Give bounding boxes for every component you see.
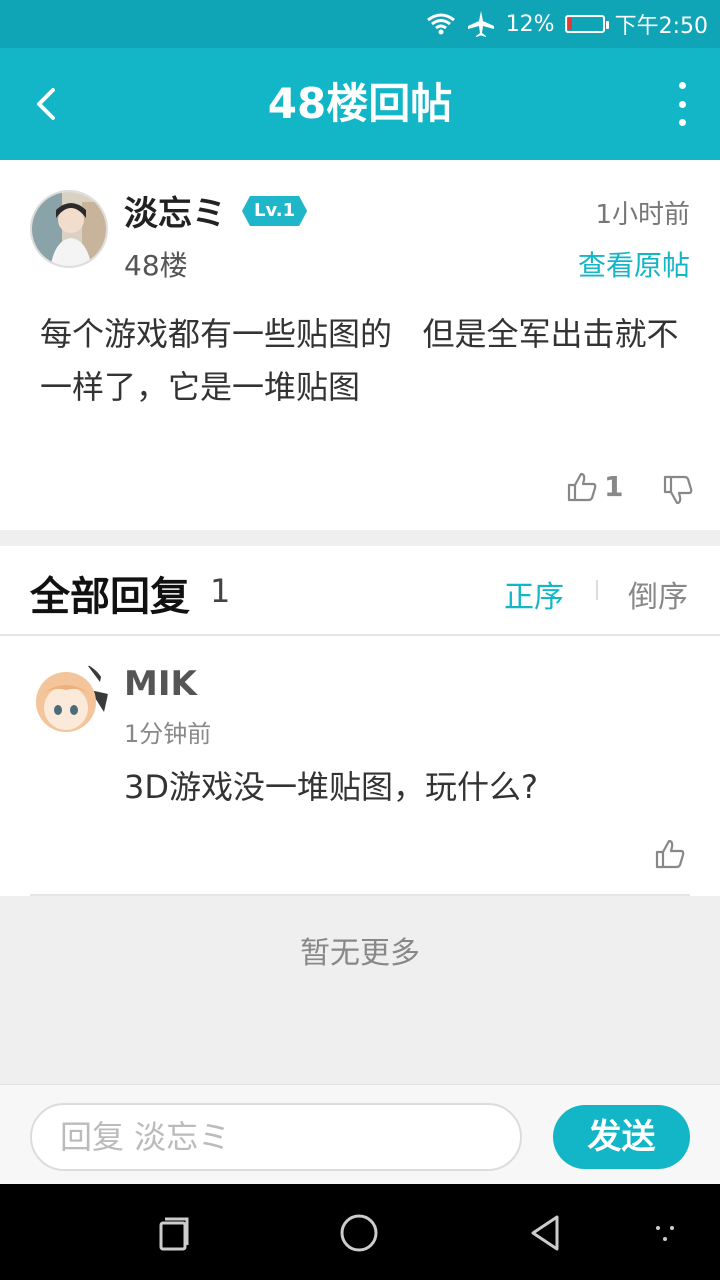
back-button[interactable] bbox=[18, 76, 74, 132]
recent-apps-button[interactable] bbox=[148, 1208, 198, 1258]
reply-input[interactable] bbox=[30, 1103, 522, 1171]
author-name[interactable]: 淡忘ミ bbox=[124, 186, 226, 235]
clock: 下午2:50 bbox=[614, 14, 708, 39]
more-options-button[interactable] bbox=[672, 82, 692, 126]
thumbs-up-icon bbox=[655, 839, 685, 869]
reply-avatar[interactable] bbox=[30, 660, 108, 738]
system-nav-bar bbox=[0, 1184, 720, 1280]
floor-number: 48楼 bbox=[124, 249, 188, 282]
back-nav-button[interactable] bbox=[520, 1208, 570, 1258]
thumbs-up-icon bbox=[567, 472, 597, 501]
nav-menu-button[interactable] bbox=[640, 1208, 690, 1258]
replies-count: 1 bbox=[210, 572, 231, 610]
view-original-link[interactable]: 查看原帖 bbox=[578, 244, 690, 284]
more-dot-icon bbox=[678, 100, 686, 108]
reply-input-bar: 发送 bbox=[0, 1084, 720, 1185]
reply-text: 3D游戏没一堆贴图，玩什么? bbox=[124, 768, 538, 806]
home-circle-icon bbox=[340, 1214, 378, 1252]
post-time: 1小时前 bbox=[595, 200, 690, 230]
author-avatar[interactable] bbox=[30, 190, 108, 268]
home-button[interactable] bbox=[334, 1208, 384, 1258]
floor-post: 淡忘ミ Lv.1 48楼 1小时前 查看原帖 每个游戏都有一些贴图的 但是全军出… bbox=[0, 160, 720, 530]
reply-like-button[interactable] bbox=[654, 838, 686, 874]
thumbs-down-icon bbox=[663, 475, 693, 505]
battery-icon bbox=[564, 15, 609, 33]
reply-item: MIK 1分钟前 3D游戏没一堆贴图，玩什么? bbox=[0, 636, 720, 896]
status-icons: 12% 下午2:50 bbox=[426, 0, 708, 48]
reply-time: 1分钟前 bbox=[124, 720, 212, 748]
divider bbox=[30, 894, 690, 896]
sort-descending-tab[interactable]: 倒序 bbox=[628, 572, 688, 616]
no-more-text: 暂无更多 bbox=[300, 936, 420, 971]
status-bar: 12% 下午2:50 bbox=[0, 0, 720, 48]
wifi-icon bbox=[426, 13, 455, 35]
dislike-button[interactable] bbox=[662, 474, 694, 510]
reply-avatar-image bbox=[30, 660, 108, 738]
dots-icon bbox=[656, 1226, 674, 1241]
chevron-left-icon bbox=[37, 88, 55, 120]
sort-ascending-tab[interactable]: 正序 bbox=[504, 572, 564, 616]
battery-percent: 12% bbox=[505, 11, 555, 37]
more-dot-icon bbox=[678, 119, 686, 126]
send-button[interactable]: 发送 bbox=[553, 1105, 690, 1169]
page-title: 48楼回帖 bbox=[267, 79, 453, 128]
replies-header: 全部回复 1 正序 倒序 bbox=[0, 546, 720, 636]
like-button[interactable]: 1 bbox=[566, 470, 623, 503]
battery-fill bbox=[567, 18, 572, 30]
sort-divider bbox=[596, 580, 598, 600]
app-bar: 48楼回帖 bbox=[0, 48, 720, 160]
more-dot-icon bbox=[678, 82, 686, 89]
replies-title: 全部回复 bbox=[30, 574, 190, 620]
level-badge: Lv.1 bbox=[242, 196, 307, 226]
author-avatar-image bbox=[32, 192, 106, 266]
post-content: 每个游戏都有一些贴图的 但是全军出击就不一样了，它是一堆贴图 bbox=[40, 315, 679, 406]
airplane-mode-icon bbox=[467, 11, 494, 37]
back-triangle-icon bbox=[531, 1215, 559, 1251]
recent-apps-icon bbox=[159, 1217, 189, 1251]
like-count: 1 bbox=[604, 470, 624, 503]
reply-username[interactable]: MIK bbox=[124, 664, 197, 704]
